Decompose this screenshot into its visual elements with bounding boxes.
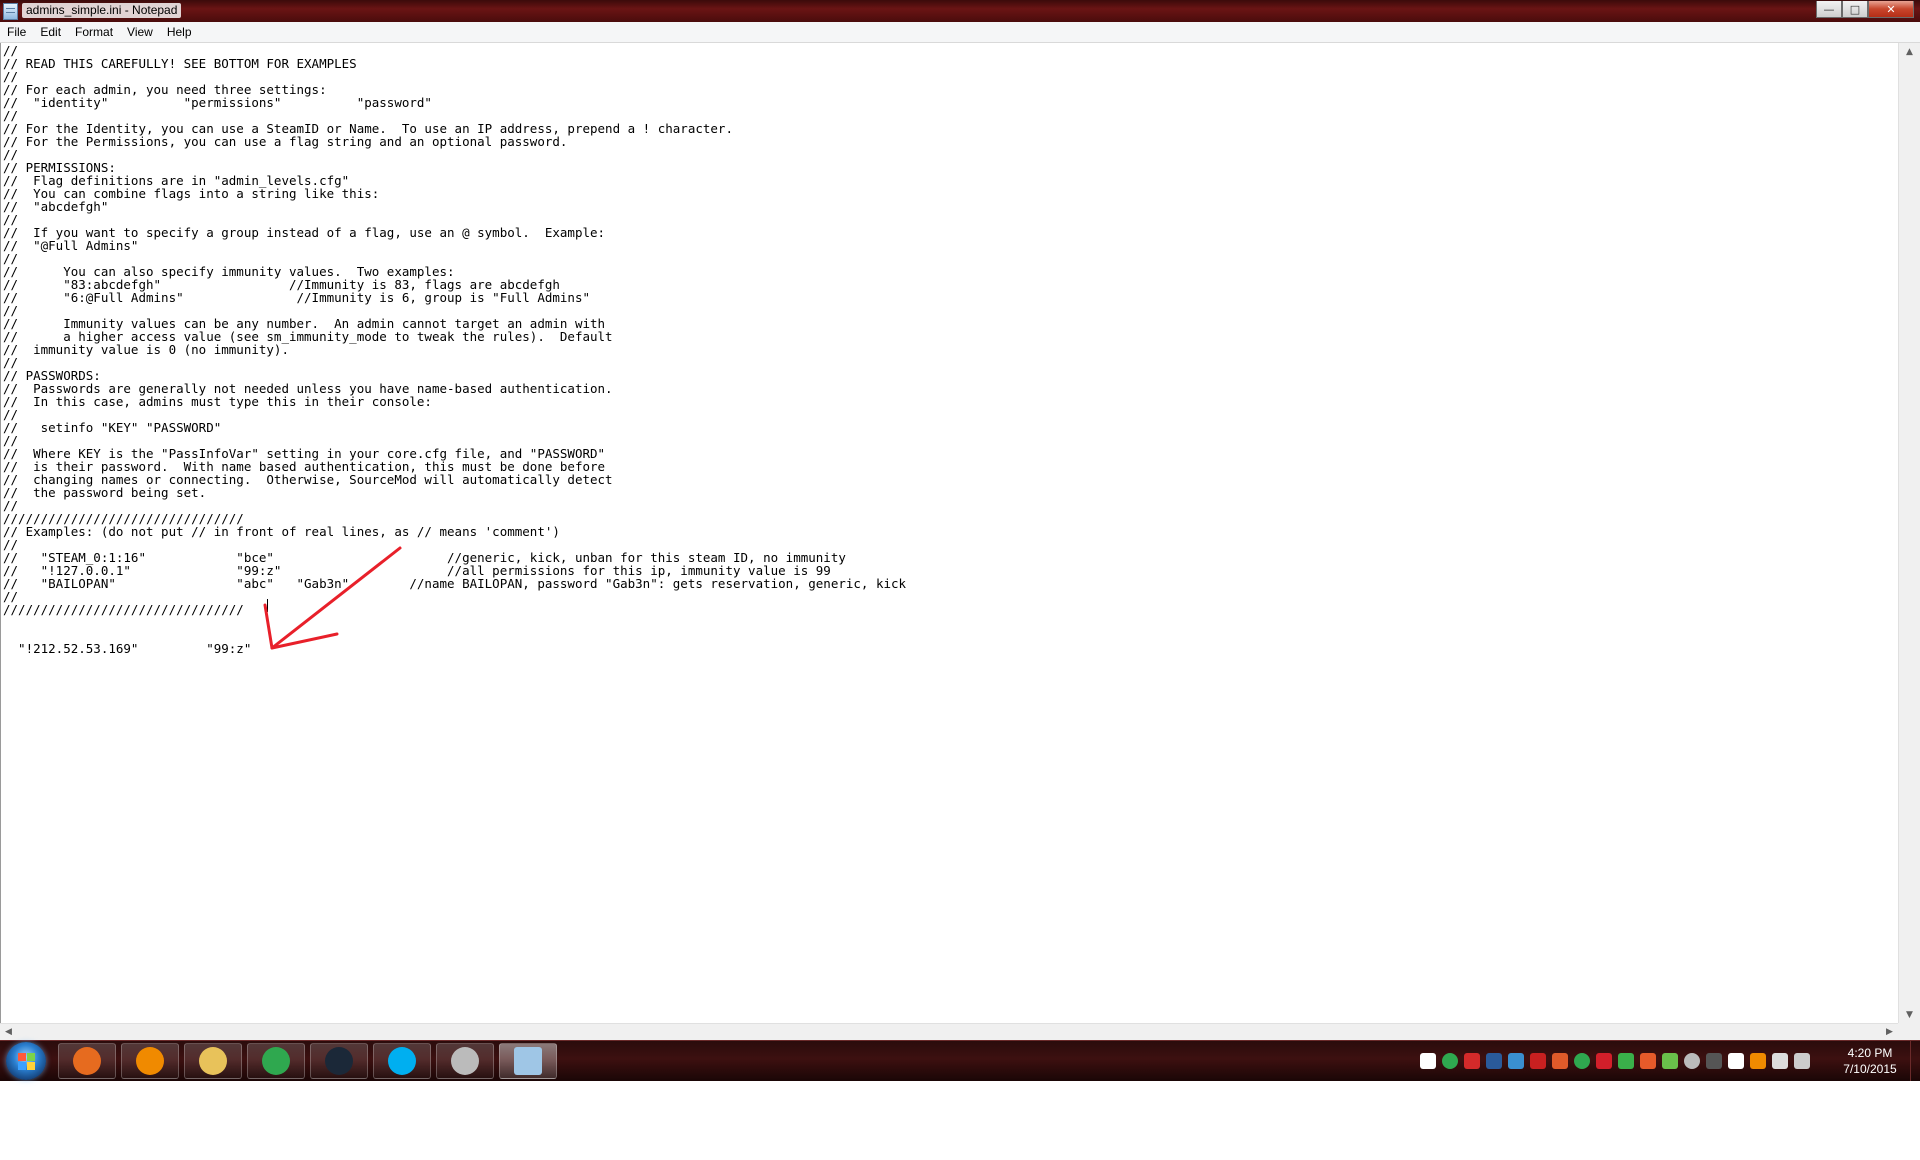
clock-date: 7/10/2015 [1843,1062,1897,1076]
network-drive-icon[interactable] [1508,1053,1524,1069]
clock-time: 4:20 PM [1847,1046,1893,1060]
minimize-button[interactable]: — [1816,1,1842,18]
network-icon[interactable] [1794,1053,1810,1069]
taskbar: 4:20 PM 7/10/2015 [0,1040,1920,1081]
title-bar[interactable]: admins_simple.ini - Notepad — □ ✕ [0,0,1920,22]
vertical-scrollbar[interactable]: ▲ ▼ [1898,43,1920,1023]
menu-help[interactable]: Help [160,22,199,42]
steam-tray-icon[interactable] [1486,1053,1502,1069]
folder-icon [199,1047,227,1075]
menu-format[interactable]: Format [68,22,120,42]
menu-edit[interactable]: Edit [33,22,68,42]
action-center-flag-icon[interactable] [1728,1053,1744,1069]
update-icon[interactable] [1662,1053,1678,1069]
horizontal-scrollbar[interactable]: ◀ ▶ [0,1023,1898,1040]
utorrent-icon[interactable] [1442,1053,1458,1069]
smiley-icon[interactable] [1684,1053,1700,1069]
media-icon[interactable] [1618,1053,1634,1069]
notepad-icon [514,1047,542,1075]
volume-icon[interactable] [1772,1053,1788,1069]
notepad-icon[interactable] [3,3,18,20]
menu-file[interactable]: File [0,22,33,42]
chrome-icon [262,1047,290,1075]
editor-text[interactable]: // // READ THIS CAREFULLY! SEE BOTTOM FO… [1,43,1899,655]
taskbar-clock[interactable]: 4:20 PM 7/10/2015 [1820,1045,1920,1077]
size-grip[interactable] [1898,1023,1920,1040]
scroll-right-icon[interactable]: ▶ [1881,1024,1898,1040]
speaker-alert-icon[interactable] [1640,1053,1656,1069]
taskbar-avatar-app[interactable] [436,1043,494,1079]
person-icon [451,1047,479,1075]
b-app-icon[interactable] [1596,1053,1612,1069]
chrome-tray-icon[interactable] [1574,1053,1590,1069]
taskbar-steam[interactable] [310,1043,368,1079]
window-title: admins_simple.ini - Notepad [22,3,182,18]
text-editor[interactable]: // // READ THIS CAREFULLY! SEE BOTTOM FO… [0,43,1899,1023]
scroll-down-icon[interactable]: ▼ [1899,1006,1920,1023]
vlc-icon [136,1047,164,1075]
text-caret [267,599,268,612]
scroll-left-icon[interactable]: ◀ [0,1024,17,1040]
skype-icon [388,1047,416,1075]
start-button[interactable] [6,1042,46,1080]
menu-view[interactable]: View [120,22,160,42]
taskbar-notepad[interactable] [499,1043,557,1079]
system-tray [1420,1051,1810,1071]
close-button[interactable]: ✕ [1868,1,1914,18]
window-controls: — □ ✕ [1816,1,1914,19]
shield-icon[interactable] [1530,1053,1546,1069]
windows-flag-icon[interactable] [1420,1053,1436,1069]
maximize-button[interactable]: □ [1842,1,1868,18]
steam-icon [325,1047,353,1075]
menu-bar: File Edit Format View Help [0,22,1920,43]
firefox-icon [73,1047,101,1075]
taskbar-chrome[interactable] [247,1043,305,1079]
recorder-icon[interactable] [1552,1053,1568,1069]
scroll-up-icon[interactable]: ▲ [1899,43,1920,60]
taskbar-explorer[interactable] [184,1043,242,1079]
taskbar-firefox[interactable] [58,1043,116,1079]
taskbar-skype[interactable] [373,1043,431,1079]
windows-logo-icon [18,1053,26,1061]
show-desktop-button[interactable] [1910,1041,1920,1081]
vlc-tray-icon[interactable] [1750,1053,1766,1069]
keyboard-icon[interactable] [1706,1053,1722,1069]
taskbar-vlc[interactable] [121,1043,179,1079]
chat-icon[interactable] [1464,1053,1480,1069]
